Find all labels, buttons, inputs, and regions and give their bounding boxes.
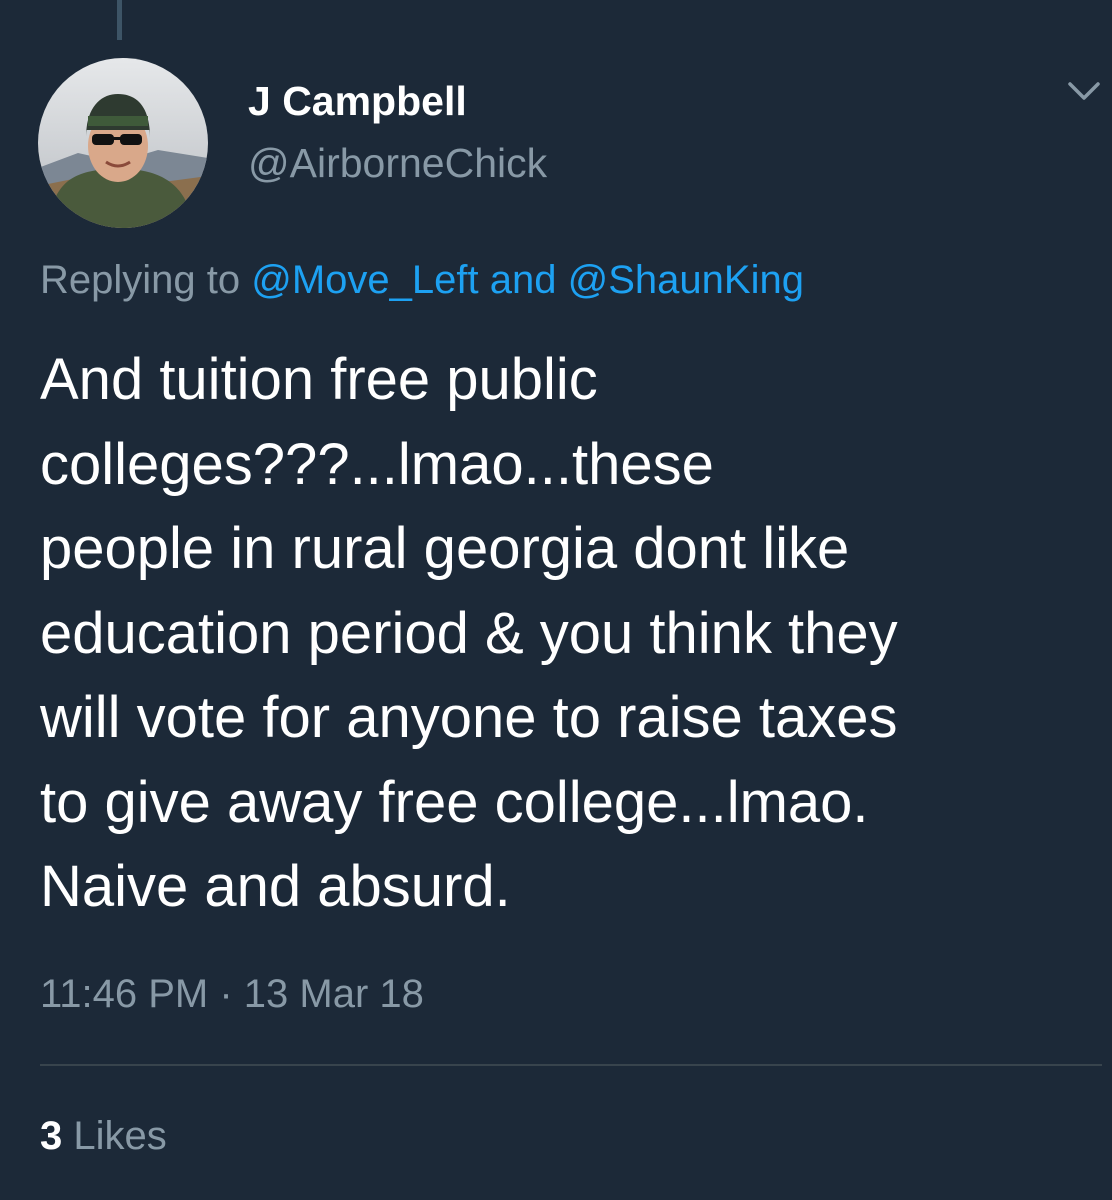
author-display-name[interactable]: J Campbell — [248, 78, 467, 125]
mention-conjunction[interactable]: and — [490, 258, 557, 302]
avatar[interactable] — [38, 58, 208, 228]
tweet-text: And tuition free public colleges???...lm… — [40, 347, 898, 919]
author-handle[interactable]: @AirborneChick — [248, 140, 547, 187]
replying-to-label: Replying to — [40, 258, 241, 302]
divider — [40, 1064, 1102, 1066]
mention-link-shaunking[interactable]: @ShaunKing — [568, 258, 804, 302]
avatar-photo-icon — [38, 58, 208, 228]
tweet-timestamp[interactable]: 11:46 PM · 13 Mar 18 — [40, 972, 424, 1017]
likes-count-link[interactable]: 3 Likes — [40, 1114, 167, 1159]
chevron-down-icon — [1068, 82, 1100, 100]
thread-connector-line — [117, 0, 122, 40]
replying-to-line: Replying to @Move_Left and @ShaunKing — [40, 258, 804, 303]
likes-label: Likes — [73, 1114, 167, 1158]
mention-link-move-left[interactable]: @Move_Left — [251, 258, 478, 302]
likes-count: 3 — [40, 1114, 63, 1158]
tweet-menu-button[interactable] — [1066, 78, 1102, 104]
